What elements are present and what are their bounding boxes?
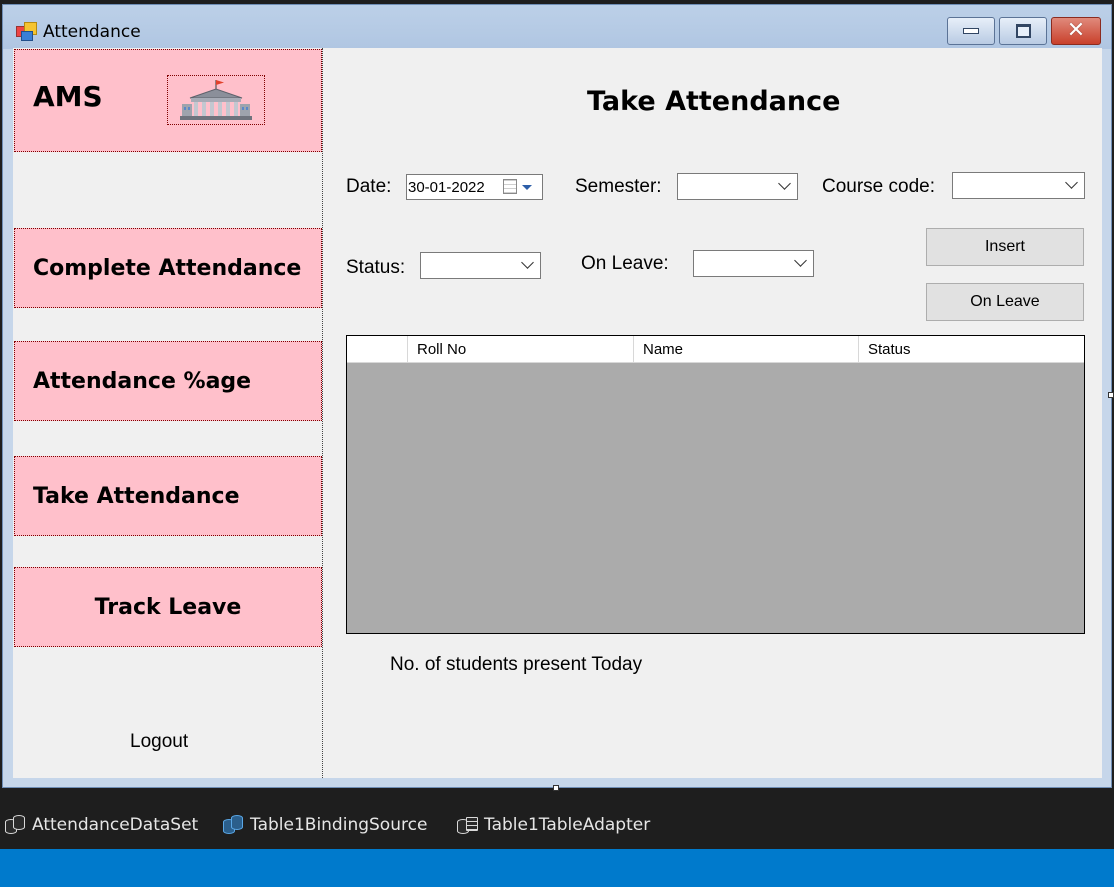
brand-panel: AMS	[14, 49, 322, 152]
students-present-label: No. of students present Today	[390, 654, 643, 675]
semester-dropdown[interactable]	[677, 173, 798, 200]
nav-take-attendance-button[interactable]: Take Attendance	[14, 456, 322, 536]
logout-link[interactable]: Logout	[130, 731, 188, 753]
table-adapter-icon	[457, 814, 479, 836]
column-header-name[interactable]: Name	[634, 336, 859, 362]
attendance-grid[interactable]: Roll No Name Status	[346, 335, 1085, 634]
component-tray: AttendanceDataSet Table1BindingSource Ta…	[0, 792, 1114, 849]
nav-track-leave-button[interactable]: Track Leave	[14, 567, 322, 647]
date-value: 30-01-2022	[408, 179, 485, 196]
tray-item-label: AttendanceDataSet	[32, 815, 199, 835]
tray-item-label: Table1BindingSource	[250, 815, 428, 835]
minimize-button[interactable]	[947, 17, 995, 45]
window-title: Attendance	[43, 22, 141, 42]
maximize-icon	[1015, 24, 1031, 38]
ide-status-bar	[0, 849, 1114, 887]
on-leave-button[interactable]: On Leave	[926, 283, 1084, 321]
university-building-icon	[180, 80, 252, 120]
title-bar[interactable]: Attendance ✕	[3, 5, 1111, 49]
chevron-down-icon	[778, 177, 791, 190]
grid-row-header-cell[interactable]	[347, 336, 408, 362]
tray-item-label: Table1TableAdapter	[484, 815, 651, 835]
nav-take-attendance-label: Take Attendance	[33, 483, 240, 509]
maximize-button[interactable]	[999, 17, 1047, 45]
date-picker[interactable]: 30-01-2022	[406, 174, 543, 200]
resize-handle-right[interactable]	[1108, 392, 1114, 398]
app-window: Attendance ✕ AMS Complete Attendance Att…	[2, 4, 1112, 788]
semester-label: Semester:	[575, 176, 662, 197]
column-header-status[interactable]: Status	[859, 336, 1084, 362]
logo-picture	[167, 75, 265, 125]
course-code-dropdown[interactable]	[952, 172, 1085, 199]
date-label: Date:	[346, 176, 392, 197]
calendar-icon[interactable]	[503, 179, 517, 194]
column-header-roll-no[interactable]: Roll No	[408, 336, 634, 362]
grid-header: Roll No Name Status	[347, 336, 1084, 363]
dropdown-arrow-icon[interactable]	[522, 185, 532, 190]
brand-label: AMS	[33, 80, 103, 113]
minimize-icon	[963, 28, 979, 34]
chevron-down-icon	[794, 254, 807, 267]
status-label: Status:	[346, 257, 406, 278]
tray-item-attendance-dataset[interactable]: AttendanceDataSet	[5, 814, 198, 836]
app-icon	[16, 22, 37, 41]
tray-item-table-adapter[interactable]: Table1TableAdapter	[457, 814, 650, 836]
close-icon: ✕	[1066, 18, 1086, 43]
nav-attendance-percentage-label: Attendance %age	[33, 368, 252, 394]
course-code-label: Course code:	[822, 176, 936, 197]
dataset-icon	[5, 814, 27, 836]
chevron-down-icon	[1065, 176, 1078, 189]
chevron-down-icon	[521, 256, 534, 269]
nav-complete-attendance-label: Complete Attendance	[33, 255, 302, 281]
sidebar: AMS Complete Attendance Attendance %age …	[13, 48, 323, 778]
tray-item-binding-source[interactable]: Table1BindingSource	[223, 814, 427, 836]
nav-track-leave-label: Track Leave	[94, 594, 242, 620]
insert-button[interactable]: Insert	[926, 228, 1084, 266]
status-dropdown[interactable]	[420, 252, 541, 279]
nav-complete-attendance-button[interactable]: Complete Attendance	[14, 228, 322, 308]
on-leave-label: On Leave:	[581, 253, 669, 274]
page-title: Take Attendance	[587, 86, 841, 117]
resize-handle-bottom[interactable]	[553, 785, 559, 791]
close-button[interactable]: ✕	[1051, 17, 1101, 45]
form-client-area: AMS Complete Attendance Attendance %age …	[13, 48, 1102, 778]
binding-source-icon	[223, 814, 245, 836]
on-leave-dropdown[interactable]	[693, 250, 814, 277]
nav-attendance-percentage-button[interactable]: Attendance %age	[14, 341, 322, 421]
